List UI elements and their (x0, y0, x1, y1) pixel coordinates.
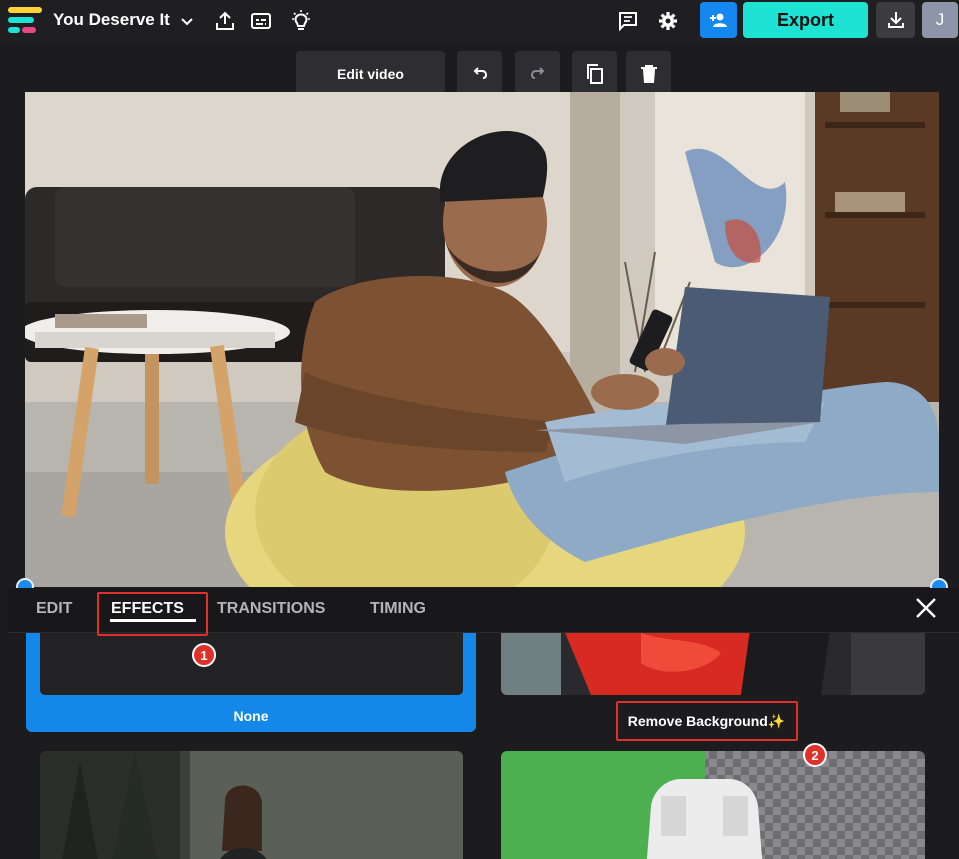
effect-card-remove-background[interactable] (501, 633, 925, 695)
annotation-step-2: 2 (803, 743, 827, 767)
comments-icon[interactable] (615, 8, 641, 34)
chevron-down-icon[interactable] (174, 8, 200, 34)
effect-none-label: None (233, 708, 269, 724)
edit-video-button[interactable]: Edit video (296, 51, 445, 96)
settings-gear-icon[interactable] (655, 8, 681, 34)
undo-icon (473, 66, 487, 79)
tab-timing[interactable]: TIMING (370, 600, 426, 618)
download-icon (887, 12, 904, 28)
lightbulb-icon[interactable] (288, 8, 314, 34)
app-logo[interactable] (8, 7, 42, 33)
forest-portrait-thumbnail (40, 751, 463, 859)
video-preview[interactable] (25, 92, 939, 587)
undo-button[interactable] (457, 51, 502, 96)
subtitles-icon[interactable] (248, 8, 274, 34)
annotation-box-effects-tab (97, 592, 208, 636)
copy-icon (586, 63, 603, 84)
effect-card-none[interactable]: None (26, 633, 476, 732)
remove-background-thumbnail (501, 633, 925, 695)
download-button[interactable] (876, 2, 915, 38)
top-bar: You Deserve It Export J (0, 0, 959, 42)
redo-icon (530, 66, 544, 79)
user-avatar[interactable]: J (922, 2, 958, 38)
tab-edit[interactable]: EDIT (36, 600, 72, 618)
trash-icon (640, 64, 657, 83)
close-panel-button[interactable] (912, 594, 940, 622)
effect-card-forest-portrait[interactable] (40, 751, 463, 859)
redo-button[interactable] (515, 51, 560, 96)
add-user-icon (709, 13, 727, 27)
green-screen-thumbnail (501, 751, 925, 859)
tab-transitions[interactable]: TRANSITIONS (217, 600, 325, 618)
invite-user-button[interactable] (700, 2, 737, 38)
effect-none-thumbnail (40, 633, 463, 695)
delete-button[interactable] (626, 51, 671, 96)
annotation-step-1: 1 (192, 643, 216, 667)
project-title[interactable]: You Deserve It (53, 10, 170, 30)
duplicate-button[interactable] (572, 51, 617, 96)
upload-icon[interactable] (212, 8, 238, 34)
effect-card-green-screen[interactable] (501, 751, 925, 859)
annotation-box-remove-background (616, 701, 798, 741)
close-icon (916, 598, 936, 618)
export-button[interactable]: Export (743, 2, 868, 38)
video-frame-illustration (25, 92, 939, 587)
